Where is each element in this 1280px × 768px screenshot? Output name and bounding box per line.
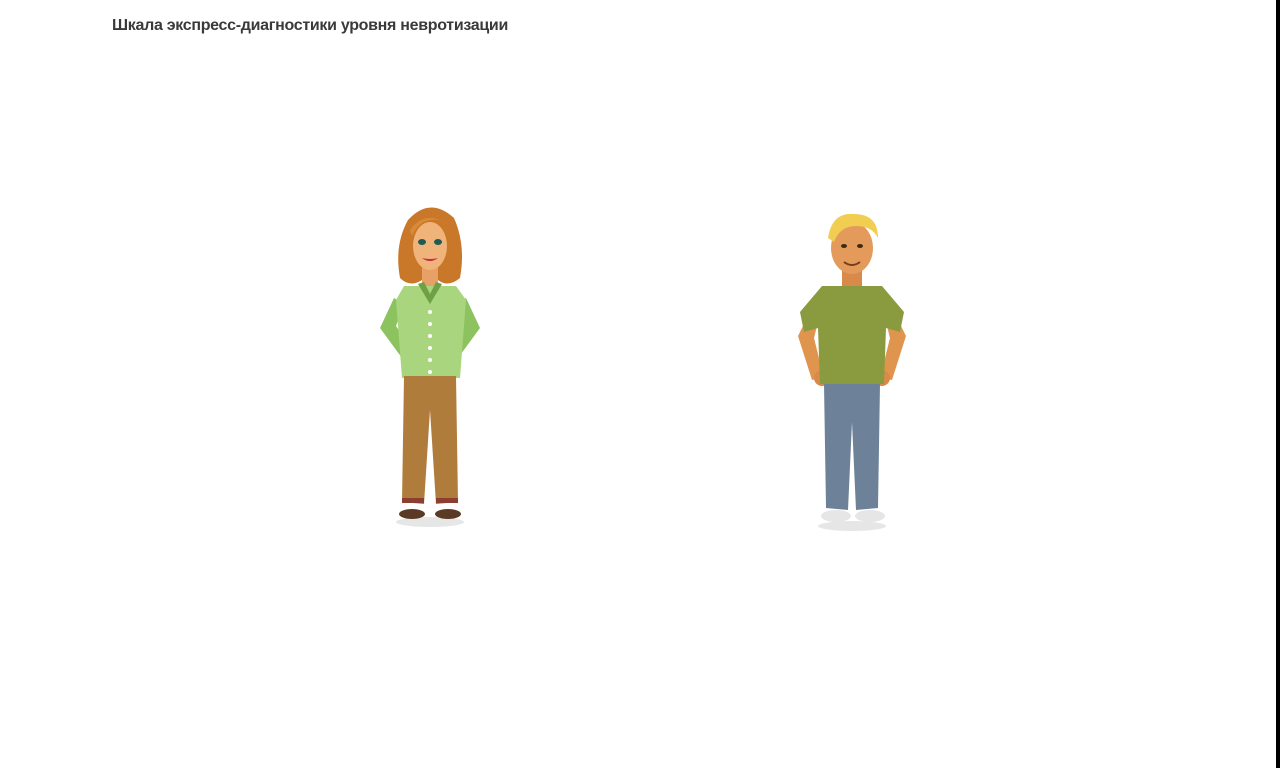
page-title: Шкала экспресс-диагностики уровня неврот… <box>112 17 508 34</box>
window-edge-bar <box>1276 0 1280 768</box>
app-window: Шкала экспресс-диагностики уровня неврот… <box>0 0 1280 768</box>
woman-character-icon[interactable] <box>368 200 488 535</box>
man-figure-svg <box>798 213 906 531</box>
man-character-icon[interactable] <box>790 208 914 538</box>
woman-figure-svg <box>380 207 480 527</box>
